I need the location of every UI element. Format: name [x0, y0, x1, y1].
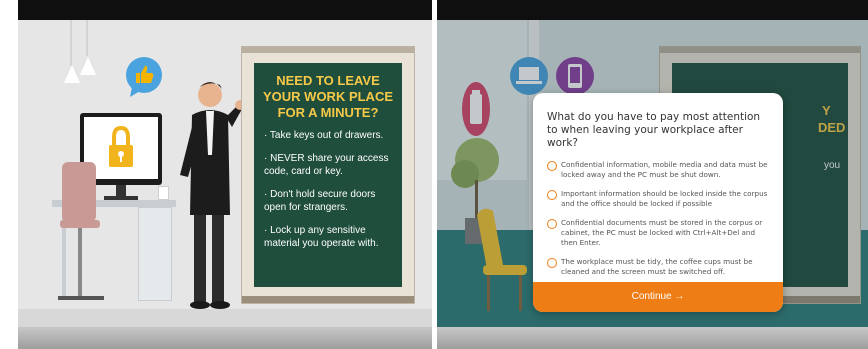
board-item: · Don't hold secure doors open for stran… [264, 189, 376, 213]
chalkboard: NEED TO LEAVE YOUR WORK PLACE FOR A MINU… [254, 63, 402, 287]
radio-button[interactable] [547, 161, 557, 171]
businessman-figure [180, 82, 245, 309]
radio-button[interactable] [547, 258, 557, 268]
desk-drawers [138, 207, 172, 301]
office-chair [62, 162, 96, 222]
bottom-bar [437, 327, 868, 349]
bottom-bar [18, 327, 432, 349]
quiz-option-label: Confidential documents must be stored in… [561, 218, 763, 247]
quiz-option-label: Confidential information, mobile media a… [561, 160, 768, 179]
lamp-shades [64, 57, 96, 83]
chair-base [58, 296, 104, 300]
top-bar [437, 0, 868, 20]
quiz-option[interactable]: The workplace must be tidy, the coffee c… [547, 257, 771, 277]
quiz-dialog: What do you have to pay most attention t… [533, 93, 783, 312]
board-item: · Lock up any sensitive material you ope… [264, 225, 379, 249]
quiz-option[interactable]: Important information should be locked i… [547, 189, 771, 209]
padlock-icon [109, 125, 133, 167]
left-slide: NEED TO LEAVE YOUR WORK PLACE FOR A MINU… [18, 0, 432, 349]
quiz-question: What do you have to pay most attention t… [547, 111, 761, 149]
monitor-base [104, 196, 138, 200]
radio-button[interactable] [547, 190, 557, 200]
quiz-option[interactable]: Confidential documents must be stored in… [547, 218, 771, 248]
quiz-option[interactable]: Confidential information, mobile media a… [547, 160, 771, 180]
continue-button[interactable]: Continue → [533, 282, 783, 312]
radio-button[interactable] [547, 219, 557, 229]
right-slide: Y DED you What do you have to pay most a… [437, 0, 868, 349]
thumbs-up-icon [126, 57, 162, 97]
quiz-option-label: The workplace must be tidy, the coffee c… [561, 257, 753, 276]
pendant-lamp [86, 20, 88, 56]
chair-post [78, 228, 82, 298]
floor [18, 309, 432, 327]
board-item: · NEVER share your access code, card or … [264, 153, 389, 177]
top-bar [18, 0, 432, 20]
quiz-option-label: Important information should be locked i… [561, 189, 768, 208]
board-item: · Take keys out of drawers. [264, 130, 384, 141]
chalkboard-frame: NEED TO LEAVE YOUR WORK PLACE FOR A MINU… [241, 46, 415, 304]
board-title: NEED TO LEAVE YOUR WORK PLACE FOR A MINU… [263, 73, 393, 120]
chair-seat [60, 220, 100, 228]
